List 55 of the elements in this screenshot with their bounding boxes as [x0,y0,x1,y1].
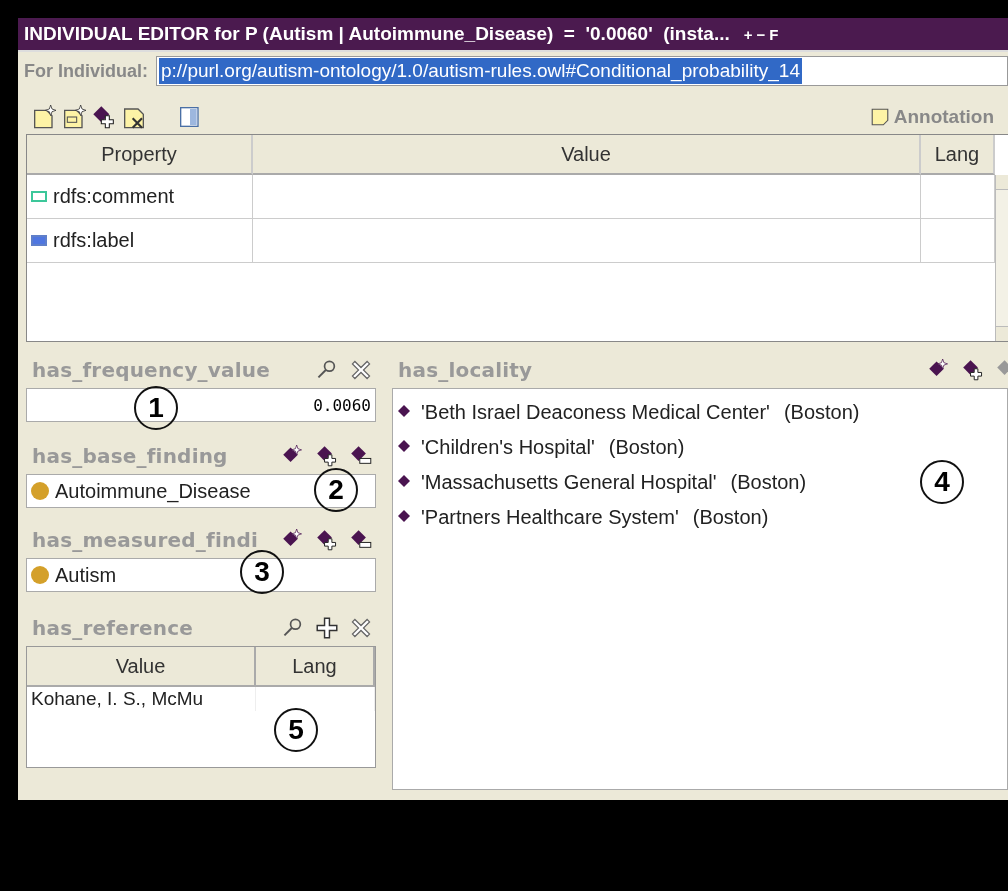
callout-number: 3 [240,550,284,594]
callout-number: 5 [274,708,318,752]
title-button[interactable]: − [756,25,766,43]
document-star-icon[interactable] [62,105,86,129]
property-icon [31,191,47,202]
instance-name[interactable]: Autoimmune_Disease [55,479,251,503]
callout-number: 2 [314,468,358,512]
instance-icon [31,482,49,500]
window-title: INDIVIDUAL EDITOR for P (Autism | Autoimmune_Disease) = '0.0060' (insta... [24,23,730,45]
slot-name: has_locality [398,358,533,382]
diamond-minus-icon[interactable] [350,529,372,551]
slot-name: has_reference [32,616,194,640]
slot-name: has_measured_findi [32,528,258,552]
diamond-plus-icon[interactable] [92,105,116,129]
instance-icon [31,566,49,584]
city-name: (Boston) [730,471,807,494]
new-document-icon[interactable] [32,105,56,129]
callout-number: 1 [134,386,178,430]
table-cell: Kohane, I. S., McMu [27,687,256,711]
document-delete-icon[interactable] [122,105,146,129]
title-button[interactable]: + [743,25,753,43]
search-icon[interactable] [316,359,338,381]
property-name: rdfs:comment [53,185,175,208]
search-icon[interactable] [282,617,304,639]
city-name: (Boston) [608,436,685,459]
instance-name[interactable]: Autism [55,563,117,587]
slot-name: has_base_finding [32,444,228,468]
diamond-minus-icon[interactable] [350,445,372,467]
locality-name[interactable]: 'Children's Hospital' [421,436,595,459]
delete-icon[interactable] [350,359,372,381]
column-header[interactable]: Property [27,135,253,175]
column-header[interactable]: Lang [921,135,995,175]
scrollbar[interactable] [995,175,1008,341]
locality-name[interactable]: 'Massachusetts General Hospital' [421,471,717,494]
column-header[interactable]: Lang [256,647,375,687]
diamond-plus-icon[interactable] [316,445,338,467]
individual-field[interactable]: p://purl.org/autism-ontology/1.0/autism-rules.owl#Conditional_probability_14 [156,56,1008,86]
plus-icon[interactable] [316,617,338,639]
callout-number: 4 [920,460,964,504]
property-name: rdfs:label [53,229,135,252]
field-label: For Individual: [24,60,148,82]
city-name: (Boston) [783,401,860,424]
note-icon [869,107,890,127]
delete-icon[interactable] [350,617,372,639]
city-name: (Boston) [692,506,769,529]
locality-name[interactable]: 'Partners Healthcare System' [421,506,679,529]
locality-name[interactable]: 'Beth Israel Deaconess Medical Center' [421,401,770,424]
property-icon [31,235,47,246]
column-header[interactable]: Value [253,135,921,175]
column-header[interactable]: Value [27,647,256,687]
slot-name: has_frequency_value [32,358,270,382]
diamond-plus-icon[interactable] [962,359,984,381]
title-button[interactable]: F [769,25,779,43]
panel-icon[interactable] [178,105,202,129]
diamond-plus-icon[interactable] [316,529,338,551]
